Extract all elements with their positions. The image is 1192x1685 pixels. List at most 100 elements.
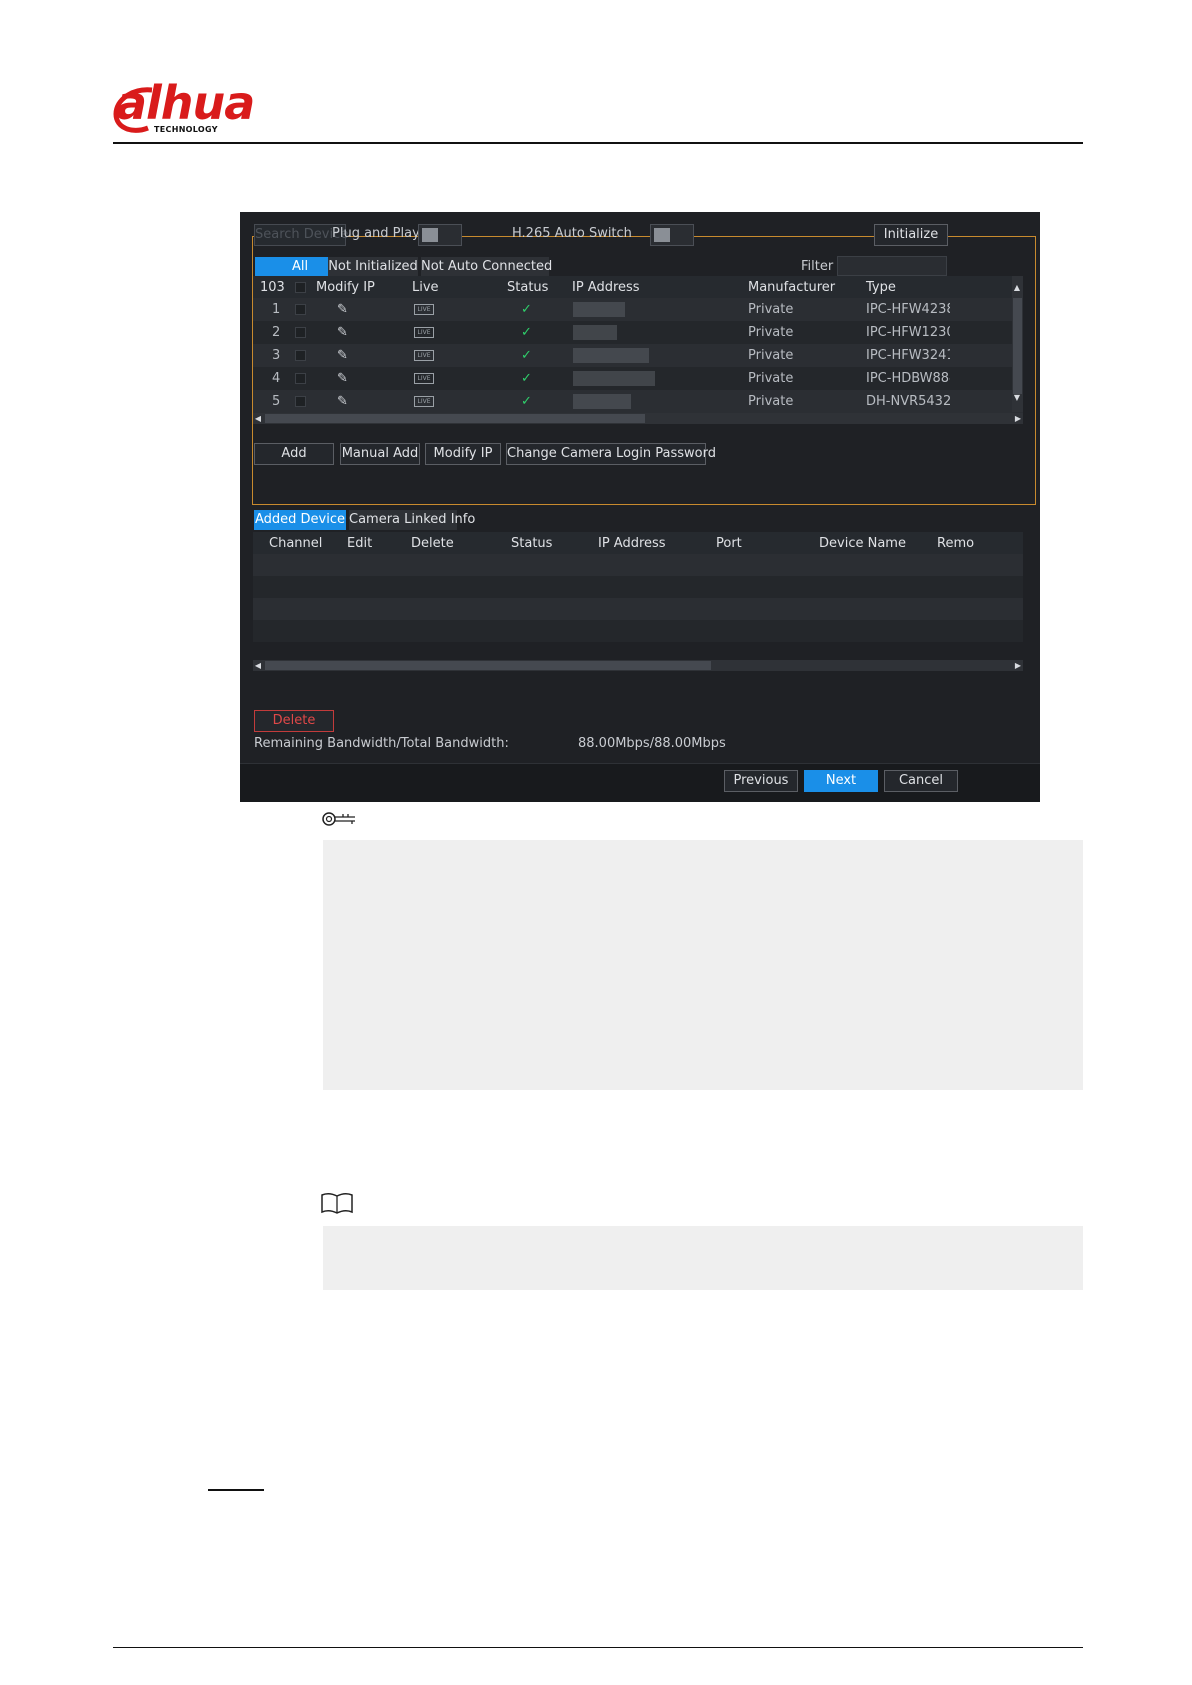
live-icon[interactable]: LIVE	[414, 350, 434, 361]
hscroll-thumb[interactable]	[265, 661, 711, 670]
table-row[interactable]: 5 ✎ LIVE ✓ Private DH-NVR5432-4	[253, 390, 1023, 413]
table-row[interactable]: 3 ✎ LIVE ✓ Private IPC-HFW3241E	[253, 344, 1023, 367]
scroll-right-arrow-icon[interactable]: ▶	[1013, 660, 1023, 671]
scroll-left-arrow-icon[interactable]: ◀	[253, 660, 263, 671]
status-ok-icon: ✓	[521, 325, 532, 340]
row-checkbox[interactable]	[295, 327, 306, 338]
row-number: 2	[272, 325, 281, 340]
modify-ip-button[interactable]: Modify IP	[425, 443, 501, 465]
plug-and-play-label: Plug and Play	[332, 226, 420, 241]
scroll-right-arrow-icon[interactable]: ▶	[1013, 413, 1023, 424]
ip-address-redacted	[573, 348, 649, 363]
live-icon[interactable]: LIVE	[414, 373, 434, 384]
filter-label: Filter	[801, 259, 834, 274]
row-type: DH-NVR5432-4	[866, 394, 950, 409]
delete-button[interactable]: Delete	[254, 710, 334, 732]
col-ip-address: IP Address	[572, 280, 640, 295]
col-remote-channel: Remo	[937, 536, 975, 551]
row-checkbox[interactable]	[295, 304, 306, 315]
key-icon	[322, 812, 355, 826]
ip-address-redacted	[573, 302, 625, 317]
status-ok-icon: ✓	[521, 302, 532, 317]
status-ok-icon: ✓	[521, 371, 532, 386]
status-ok-icon: ✓	[521, 394, 532, 409]
row-number: 1	[272, 302, 281, 317]
header-rule	[113, 142, 1083, 144]
table-row	[253, 554, 1023, 576]
hscroll-thumb[interactable]	[265, 414, 645, 423]
row-checkbox[interactable]	[295, 373, 306, 384]
select-all-checkbox[interactable]	[295, 282, 306, 293]
row-type: IPC-HFW3241E	[866, 348, 950, 363]
dahua-logo: alhua TECHNOLOGY	[112, 76, 272, 136]
row-number: 3	[272, 348, 281, 363]
table-row[interactable]: 4 ✎ LIVE ✓ Private IPC-HDBW884	[253, 367, 1023, 390]
row-manufacturer: Private	[748, 371, 794, 386]
initialize-button[interactable]: Initialize	[874, 224, 948, 246]
cancel-button[interactable]: Cancel	[884, 770, 958, 792]
change-camera-login-password-button[interactable]: Change Camera Login Password	[506, 443, 716, 465]
row-type: IPC-HFW4238N	[866, 302, 950, 317]
edit-pencil-icon[interactable]: ✎	[337, 394, 348, 410]
manual-add-button[interactable]: Manual Add	[340, 443, 420, 465]
row-checkbox[interactable]	[295, 350, 306, 361]
step-underline	[208, 1489, 264, 1491]
row-manufacturer: Private	[748, 348, 794, 363]
col-modify-ip: Modify IP	[316, 280, 375, 295]
col-type: Type	[866, 280, 896, 295]
h265-auto-switch-label: H.265 Auto Switch	[512, 226, 632, 241]
live-icon[interactable]: LIVE	[414, 327, 434, 338]
table-row[interactable]: 1 ✎ LIVE ✓ Private IPC-HFW4238N	[253, 298, 1023, 321]
added-table-hscrollbar[interactable]: ◀ ▶	[253, 660, 1023, 671]
scroll-up-arrow-icon[interactable]: ▲	[1012, 282, 1022, 293]
h265-auto-switch-toggle[interactable]	[650, 224, 694, 246]
tab-added-device[interactable]: Added Device	[254, 510, 346, 530]
added-device-table: Channel Edit Delete Status IP Address Po…	[253, 532, 1023, 658]
footer-rule	[113, 1647, 1083, 1648]
row-checkbox[interactable]	[295, 396, 306, 407]
logo-text: alhua	[116, 76, 255, 130]
live-icon[interactable]: LIVE	[414, 304, 434, 315]
scroll-down-arrow-icon[interactable]: ▼	[1012, 392, 1022, 403]
table-row	[253, 620, 1023, 642]
device-grid-header: 103 Modify IP Live Status IP Address Man…	[253, 276, 1023, 298]
table-row	[253, 576, 1023, 598]
tab-not-initialized[interactable]: Not Initialized	[328, 257, 418, 277]
bandwidth-label: Remaining Bandwidth/Total Bandwidth:	[254, 736, 509, 751]
edit-pencil-icon[interactable]: ✎	[337, 325, 348, 341]
edit-pencil-icon[interactable]: ✎	[337, 348, 348, 364]
vscroll-thumb[interactable]	[1013, 298, 1022, 394]
device-grid-vscrollbar[interactable]: ▲ ▼	[1012, 276, 1023, 412]
row-manufacturer: Private	[748, 394, 794, 409]
tab-camera-linked-info[interactable]: Camera Linked Info	[349, 510, 475, 530]
col-live: Live	[412, 280, 439, 295]
edit-pencil-icon[interactable]: ✎	[337, 302, 348, 318]
scroll-left-arrow-icon[interactable]: ◀	[253, 413, 263, 424]
status-ok-icon: ✓	[521, 348, 532, 363]
filter-input[interactable]	[837, 256, 947, 276]
device-count: 103	[260, 280, 285, 295]
previous-button[interactable]: Previous	[724, 770, 798, 792]
add-button[interactable]: Add	[254, 443, 334, 465]
col-device-name: Device Name	[819, 536, 906, 551]
device-search-dialog: Search Device Plug and Play H.265 Auto S…	[240, 212, 1040, 802]
col-manufacturer: Manufacturer	[748, 280, 836, 295]
row-type: IPC-HDBW884	[866, 371, 950, 386]
plug-and-play-toggle[interactable]	[418, 224, 462, 246]
bandwidth-value: 88.00Mbps/88.00Mbps	[578, 736, 726, 751]
next-button[interactable]: Next	[804, 770, 878, 792]
dialog-footer: Previous Next Cancel	[240, 763, 1040, 802]
col-edit: Edit	[347, 536, 373, 551]
col-channel: Channel	[269, 536, 323, 551]
table-row	[253, 598, 1023, 620]
added-table-header: Channel Edit Delete Status IP Address Po…	[253, 532, 1023, 554]
edit-pencil-icon[interactable]: ✎	[337, 371, 348, 387]
tip-box	[323, 840, 1083, 1090]
table-row[interactable]: 2 ✎ LIVE ✓ Private IPC-HFW1230M	[253, 321, 1023, 344]
note-box	[323, 1226, 1083, 1290]
row-manufacturer: Private	[748, 325, 794, 340]
device-grid-hscrollbar[interactable]: ◀ ▶	[253, 413, 1023, 424]
col-port: Port	[716, 536, 742, 551]
live-icon[interactable]: LIVE	[414, 396, 434, 407]
tab-not-auto-connected[interactable]: Not Auto Connected	[421, 257, 552, 277]
